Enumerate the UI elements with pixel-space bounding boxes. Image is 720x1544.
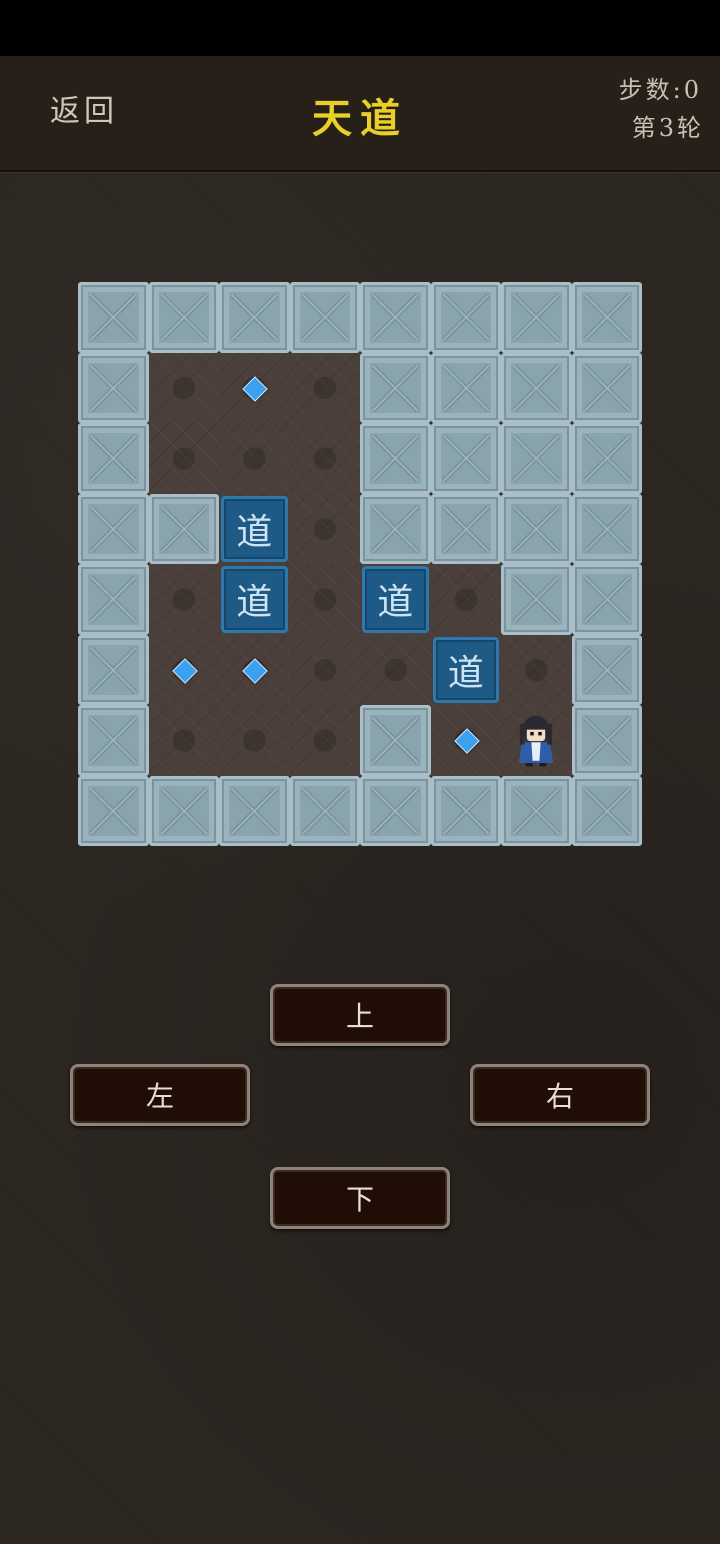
wall-tile — [571, 634, 642, 705]
wall-tile — [360, 493, 431, 564]
floor-tile: 道 — [430, 634, 501, 705]
up-button[interactable]: 上 — [270, 984, 450, 1046]
wall-tile — [78, 352, 149, 423]
target-marker-icon — [242, 658, 268, 684]
floor-tile — [289, 705, 360, 776]
floor-tile — [501, 705, 572, 776]
floor-tile: 道 — [360, 564, 431, 635]
floor-tile: 道 — [219, 493, 290, 564]
floor-tile — [289, 352, 360, 423]
wall-tile — [430, 352, 501, 423]
wall-tile — [501, 493, 572, 564]
wall-tile — [289, 775, 360, 846]
wall-tile — [148, 493, 219, 564]
wall-tile — [430, 775, 501, 846]
floor-tile — [219, 705, 290, 776]
wall-tile — [78, 634, 149, 705]
wall-tile — [360, 352, 431, 423]
wall-tile — [360, 775, 431, 846]
wall-tile — [571, 775, 642, 846]
wall-tile — [148, 282, 219, 353]
wall-tile — [571, 423, 642, 494]
floor-tile: 道 — [219, 564, 290, 635]
wall-tile — [78, 564, 149, 635]
round-label: 第3轮 — [631, 114, 704, 142]
floor-tile — [289, 634, 360, 705]
wall-tile — [360, 423, 431, 494]
dao-box: 道 — [362, 566, 429, 633]
floor-tile — [289, 493, 360, 564]
wall-tile — [219, 282, 290, 353]
wall-tile — [430, 282, 501, 353]
dao-box: 道 — [221, 566, 288, 633]
target-marker-icon — [454, 728, 480, 754]
floor-tile — [219, 423, 290, 494]
left-button[interactable]: 左 — [70, 1064, 250, 1126]
floor-tile — [289, 423, 360, 494]
wall-tile — [501, 564, 572, 635]
wall-tile — [430, 423, 501, 494]
wall-tile — [148, 775, 219, 846]
floor-tile — [219, 634, 290, 705]
floor-tile — [219, 352, 290, 423]
wall-tile — [78, 705, 149, 776]
wall-tile — [360, 705, 431, 776]
status-bar — [0, 0, 720, 56]
wall-tile — [571, 705, 642, 776]
wall-tile — [78, 423, 149, 494]
down-button[interactable]: 下 — [270, 1167, 450, 1229]
floor-tile — [289, 564, 360, 635]
game-board: 道道道道 — [78, 282, 642, 846]
floor-tile — [148, 423, 219, 494]
wall-tile — [78, 775, 149, 846]
wall-tile — [360, 282, 431, 353]
wall-tile — [430, 493, 501, 564]
floor-tile — [148, 564, 219, 635]
header-bar: 返回 天道 步数:0 第3轮 — [0, 56, 720, 172]
wall-tile — [501, 423, 572, 494]
wall-tile — [571, 493, 642, 564]
player-character-icon — [501, 705, 572, 776]
target-marker-icon — [242, 376, 268, 402]
game-title: 天道 — [312, 95, 408, 142]
wall-tile — [571, 352, 642, 423]
floor-tile — [360, 634, 431, 705]
dao-box: 道 — [221, 495, 288, 562]
floor-tile — [430, 705, 501, 776]
right-button[interactable]: 右 — [470, 1064, 650, 1126]
wall-tile — [501, 775, 572, 846]
step-counter: 步数:0 — [618, 76, 702, 104]
wall-tile — [571, 282, 642, 353]
wall-tile — [219, 775, 290, 846]
floor-tile — [501, 634, 572, 705]
wall-tile — [78, 282, 149, 353]
wall-tile — [501, 352, 572, 423]
wall-tile — [501, 282, 572, 353]
floor-tile — [148, 634, 219, 705]
wall-tile — [571, 564, 642, 635]
floor-tile — [148, 705, 219, 776]
floor-tile — [148, 352, 219, 423]
wall-tile — [289, 282, 360, 353]
dao-box: 道 — [432, 636, 499, 703]
floor-tile — [430, 564, 501, 635]
wall-tile — [78, 493, 149, 564]
target-marker-icon — [172, 658, 198, 684]
